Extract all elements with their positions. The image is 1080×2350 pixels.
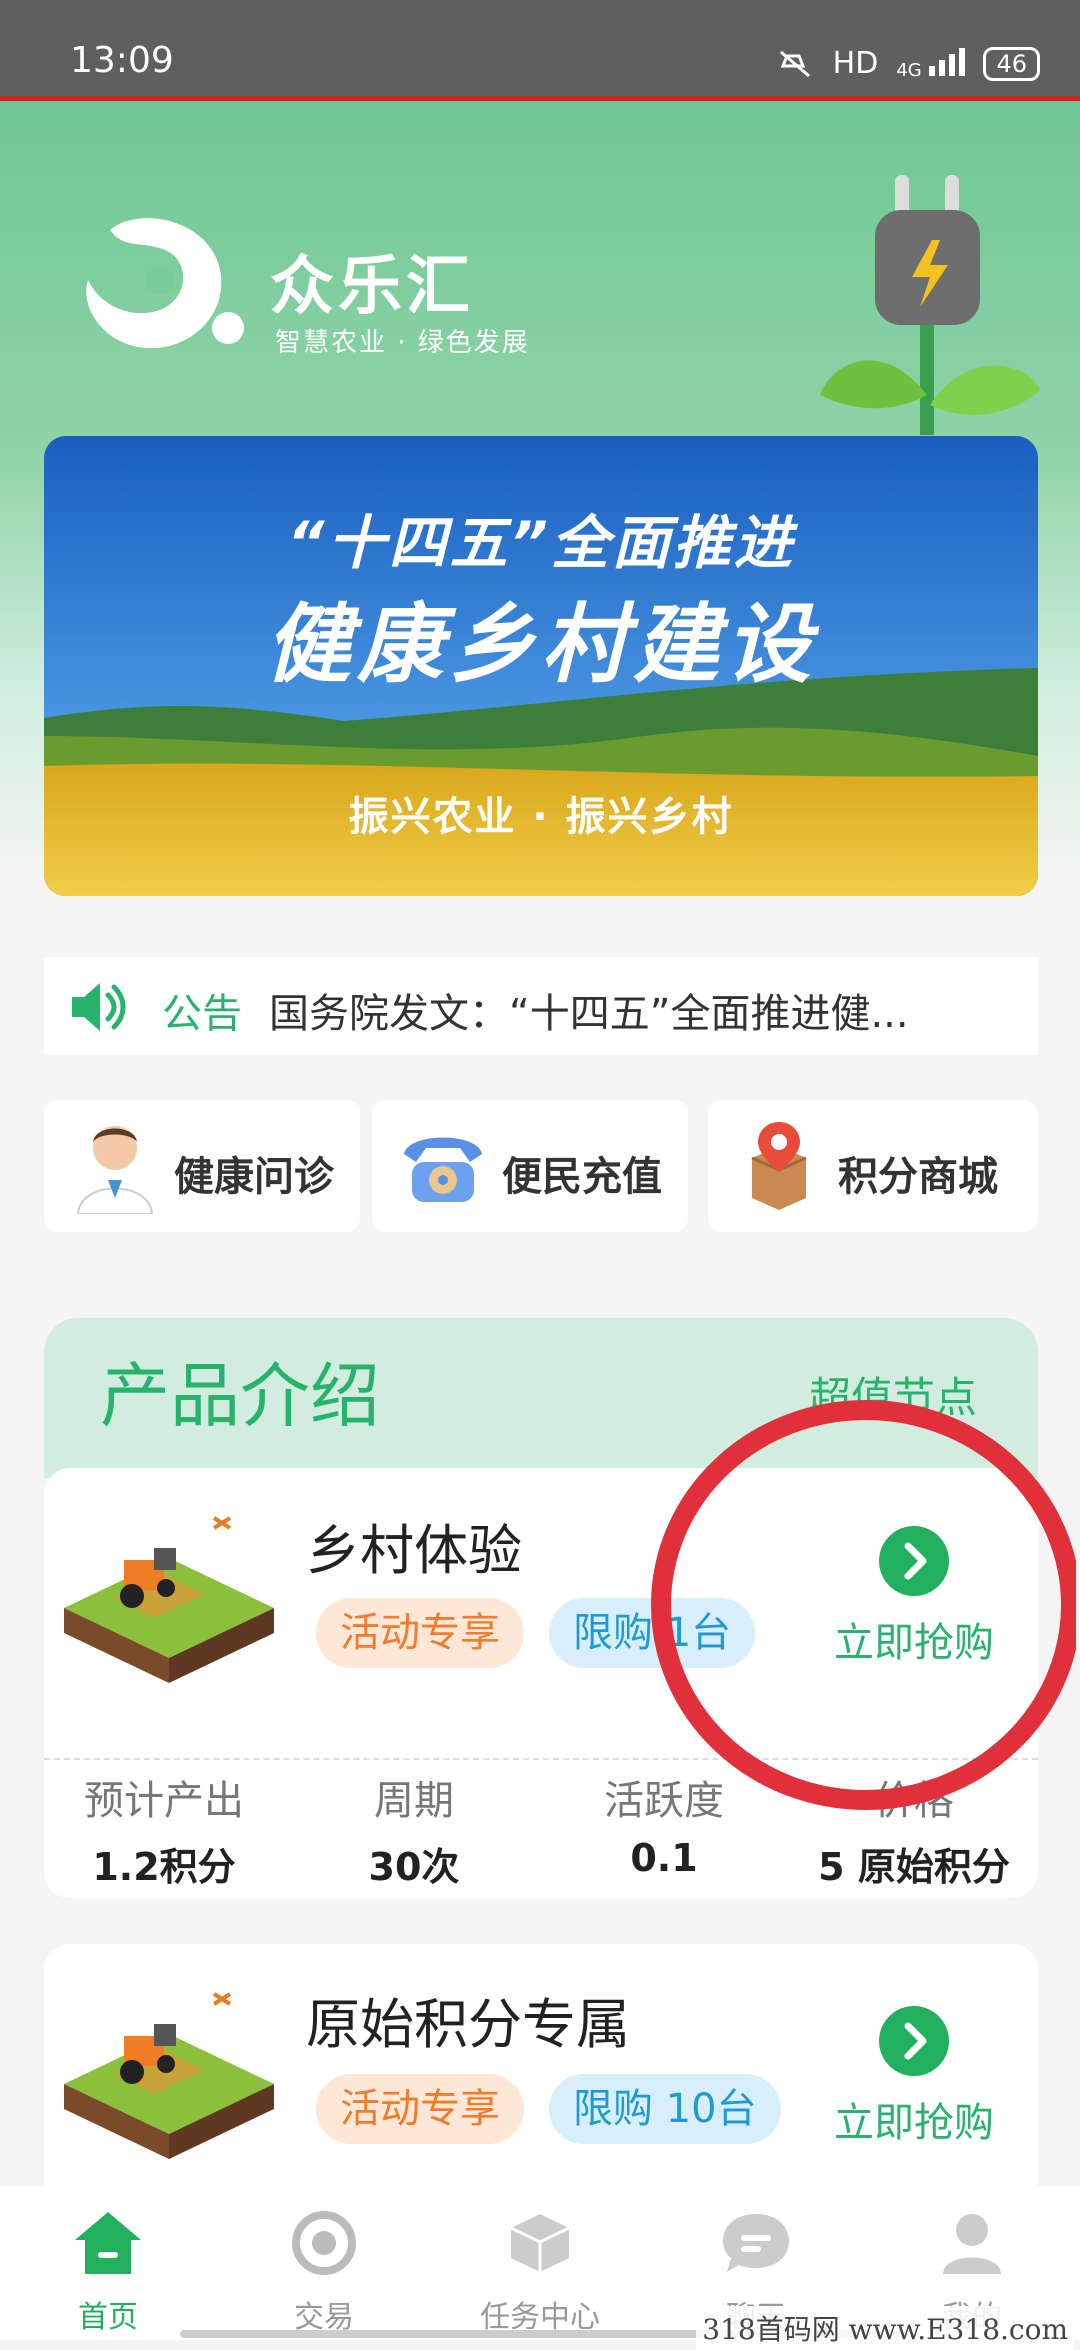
product-name: 原始积分专属: [306, 1993, 630, 2056]
notice-bar[interactable]: 公告 国务院发文：“十四五”全面推进健...: [44, 957, 1038, 1055]
notice-label: 公告: [162, 991, 242, 1037]
activity-tag: 活动专享: [316, 2074, 524, 2144]
quick-entry-recharge[interactable]: 便民充值: [372, 1100, 688, 1232]
farm-tractor-icon: [64, 1992, 274, 2159]
product-name: 乡村体验: [306, 1519, 522, 1582]
stat-expected-output: 预计产出 1.2积分: [44, 1768, 284, 1891]
signal-icon: 4G: [896, 46, 966, 81]
buy-now-button[interactable]: 立即抢购: [824, 2006, 1004, 2148]
promo-banner[interactable]: “十四五”全面推进 健康乡村建设 振兴农业 · 振兴乡村: [44, 436, 1038, 896]
quick-entry-label: 健康问诊: [174, 1154, 334, 1200]
profile-icon: [943, 2214, 1001, 2274]
speaker-icon: [72, 983, 126, 1031]
quick-entry-label: 积分商城: [838, 1154, 998, 1200]
tab-trade[interactable]: 交易: [216, 2186, 432, 2340]
buy-now-label: 立即抢购: [834, 2100, 994, 2146]
purchase-limit-tag: 限购 10台: [549, 2074, 781, 2144]
activity-tag: 活动专享: [316, 1598, 524, 1668]
mute-vibrate-icon: [779, 50, 810, 77]
task-cube-icon: [510, 2214, 570, 2272]
annotation-circle: [651, 1400, 1076, 1810]
banner-title: 健康乡村建设: [265, 595, 817, 695]
stat-value: 5 原始积分: [818, 1845, 1010, 1889]
telephone-icon: [404, 1137, 482, 1202]
brand-logo-icon: [86, 218, 244, 349]
tab-home[interactable]: 首页: [0, 2186, 216, 2340]
quick-entry-health-consult[interactable]: 健康问诊: [44, 1100, 360, 1232]
banner-subtitle: 振兴农业 · 振兴乡村: [348, 794, 734, 840]
notice-text[interactable]: 国务院发文：“十四五”全面推进健...: [269, 981, 909, 1039]
status-icons: HD 4G 46: [775, 46, 1040, 81]
chat-icon: [723, 2214, 789, 2272]
doctor-icon: [76, 1126, 154, 1214]
stat-value: 0.1: [630, 1836, 698, 1880]
banner-headline: “十四五”全面推进: [287, 509, 795, 577]
section-title: 产品介绍: [100, 1355, 380, 1437]
stat-label: 周期: [374, 1778, 454, 1824]
status-time: 13:09: [70, 40, 174, 81]
farm-tractor-icon: [64, 1516, 274, 1683]
home-icon: [75, 2212, 141, 2274]
quick-entry-label: 便民充值: [502, 1154, 662, 1200]
chevron-right-icon: [879, 2006, 949, 2076]
network-label: HD: [832, 46, 879, 81]
shop-package-icon: [751, 1122, 807, 1210]
stat-value: 30次: [368, 1845, 460, 1889]
stat-cycle: 周期 30次: [294, 1768, 534, 1891]
plug-sprout-icon: [820, 175, 1040, 435]
watermark: 318首码网 www.E318.com: [696, 2306, 1074, 2350]
tab-task-center[interactable]: 任务中心: [432, 2186, 648, 2340]
brand-slogan: 智慧农业 · 绿色发展: [275, 328, 530, 358]
stat-value: 1.2积分: [92, 1845, 236, 1889]
stat-label: 预计产出: [84, 1778, 244, 1824]
quick-entry-points-mall[interactable]: 积分商城: [708, 1100, 1038, 1232]
battery-level: 46: [996, 49, 1027, 78]
brand-name: 众乐汇: [270, 250, 474, 324]
exchange-icon: [292, 2211, 356, 2275]
battery-icon: 46: [983, 46, 1040, 81]
status-bar: 13:09 HD 4G 46: [0, 0, 1080, 96]
signal-label: 4G: [896, 60, 922, 81]
